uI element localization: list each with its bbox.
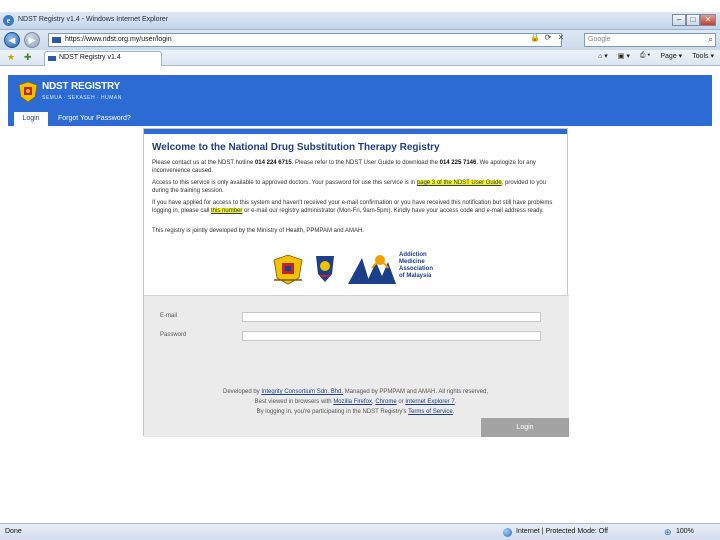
ie-icon: e xyxy=(3,15,14,26)
maximize-button[interactable]: □ xyxy=(686,14,700,26)
web-page: NDST REGISTRY SEMUA · SEKASEH · HUMAN Lo… xyxy=(0,67,720,523)
footer-line-1: Developed by Integrity Consortium Sdn. B… xyxy=(222,389,489,395)
url-text: https://www.ndst.org.my/user/login xyxy=(65,36,172,43)
page-title: Welcome to the National Drug Substitutio… xyxy=(152,142,440,153)
site-header: NDST REGISTRY SEMUA · SEKASEH · HUMAN xyxy=(8,75,712,112)
hotline-number-2: 014 225 7146 xyxy=(439,160,477,166)
partner-logos xyxy=(273,254,396,285)
address-bar: ◀ ▶ https://www.ndst.org.my/user/login 🔒… xyxy=(0,30,720,50)
title-bar: e NDST Registry v1.4 - Windows Internet … xyxy=(0,12,720,30)
site-favicon-icon xyxy=(52,37,61,43)
tab-ndst-registry[interactable]: NDST Registry v1.4 xyxy=(44,51,162,66)
page-footer: Developed by Integrity Consortium Sdn. B… xyxy=(143,387,568,417)
add-favorite-icon[interactable]: ✚ xyxy=(24,52,32,63)
developer-link[interactable]: Integrity Consortium Sdn. Bhd. xyxy=(261,389,343,395)
login-button[interactable]: Login xyxy=(481,418,569,437)
tab-login[interactable]: Login xyxy=(14,112,48,126)
footer-line-2: Best viewed in browsers with Mozilla Fir… xyxy=(254,399,457,405)
search-icon[interactable]: ⌕ xyxy=(708,34,713,45)
zoom-icon[interactable]: ⊕ xyxy=(664,527,672,538)
email-label: E-mail xyxy=(160,313,178,319)
notice-paragraph-4: This registry is jointly developed by th… xyxy=(152,228,364,234)
lock-icon[interactable]: 🔒 xyxy=(530,33,540,42)
password-field[interactable] xyxy=(242,331,541,341)
zoom-level[interactable]: 100% xyxy=(676,528,694,535)
notice-paragraph-1: Please contact us at the NDST hotline 01… xyxy=(152,160,536,174)
url-field[interactable]: https://www.ndst.org.my/user/login xyxy=(48,33,562,47)
globe-icon xyxy=(503,528,512,537)
back-icon[interactable]: ◀ xyxy=(4,32,20,48)
card-accent-bar xyxy=(144,129,567,134)
search-placeholder: Google xyxy=(588,36,611,43)
feeds-icon[interactable]: ▣ ▾ xyxy=(618,52,630,60)
minimize-button[interactable]: – xyxy=(672,14,686,26)
ie7-link[interactable]: Internet Explorer 7 xyxy=(405,399,454,405)
home-icon[interactable]: ⌂ ▾ xyxy=(598,52,608,60)
footer-line-3: By logging in, you're participating in t… xyxy=(256,409,455,415)
status-bar: Done Internet | Protected Mode: Off ⊕ 10… xyxy=(0,523,720,540)
tools-menu[interactable]: Tools ▾ xyxy=(692,52,714,60)
tab-forgot-password[interactable]: Forgot Your Password? xyxy=(58,112,131,126)
chrome-link[interactable]: Chrome xyxy=(375,399,396,405)
close-button[interactable]: ✕ xyxy=(700,14,716,26)
notice-paragraph-2: Access to this service is only available… xyxy=(152,180,547,194)
notice-paragraph-3: If you have applied for access to this s… xyxy=(152,200,553,214)
favorites-star-icon[interactable]: ★ xyxy=(7,52,15,63)
tab-title: NDST Registry v1.4 xyxy=(59,54,121,61)
site-nav: Login Forgot Your Password? xyxy=(8,112,712,126)
status-text: Done xyxy=(5,528,22,535)
password-label: Password xyxy=(160,332,187,338)
refresh-icon[interactable]: ⟳ xyxy=(543,33,553,42)
malaysia-crest-icon xyxy=(18,81,38,103)
page-menu[interactable]: Page ▾ xyxy=(660,52,682,60)
tab-favicon-icon xyxy=(48,56,56,61)
forward-icon[interactable]: ▶ xyxy=(24,32,40,48)
site-brand: NDST REGISTRY xyxy=(42,81,121,92)
firefox-link[interactable]: Mozilla Firefox xyxy=(333,399,372,405)
user-guide-link[interactable]: page 3 of the NDST User Guide xyxy=(416,180,502,186)
moh-crest-icon xyxy=(273,254,303,285)
window-title: NDST Registry v1.4 - Windows Internet Ex… xyxy=(18,16,169,23)
aam-logo-icon xyxy=(348,255,396,284)
contact-number-link[interactable]: this number xyxy=(211,208,243,214)
aam-name: Addiction Medicine Association of Malays… xyxy=(399,252,434,279)
print-icon[interactable]: ⎙ ▾ xyxy=(640,52,651,60)
tab-bar: ★ ✚ NDST Registry v1.4 ⌂ ▾ ▣ ▾ ⎙ ▾ Page … xyxy=(0,50,720,66)
search-input[interactable]: Google ⌕ xyxy=(584,33,716,47)
hotline-number-1: 014 224 6715 xyxy=(254,160,292,166)
ppmpam-logo-icon xyxy=(316,256,334,282)
stop-icon[interactable]: ✕ xyxy=(556,33,566,42)
site-subtitle: SEMUA · SEKASEH · HUMAN xyxy=(42,95,122,101)
security-zone: Internet | Protected Mode: Off xyxy=(516,528,608,535)
email-field[interactable] xyxy=(242,312,541,322)
browser-window: e NDST Registry v1.4 - Windows Internet … xyxy=(0,0,720,540)
terms-link[interactable]: Terms of Service xyxy=(408,409,453,415)
